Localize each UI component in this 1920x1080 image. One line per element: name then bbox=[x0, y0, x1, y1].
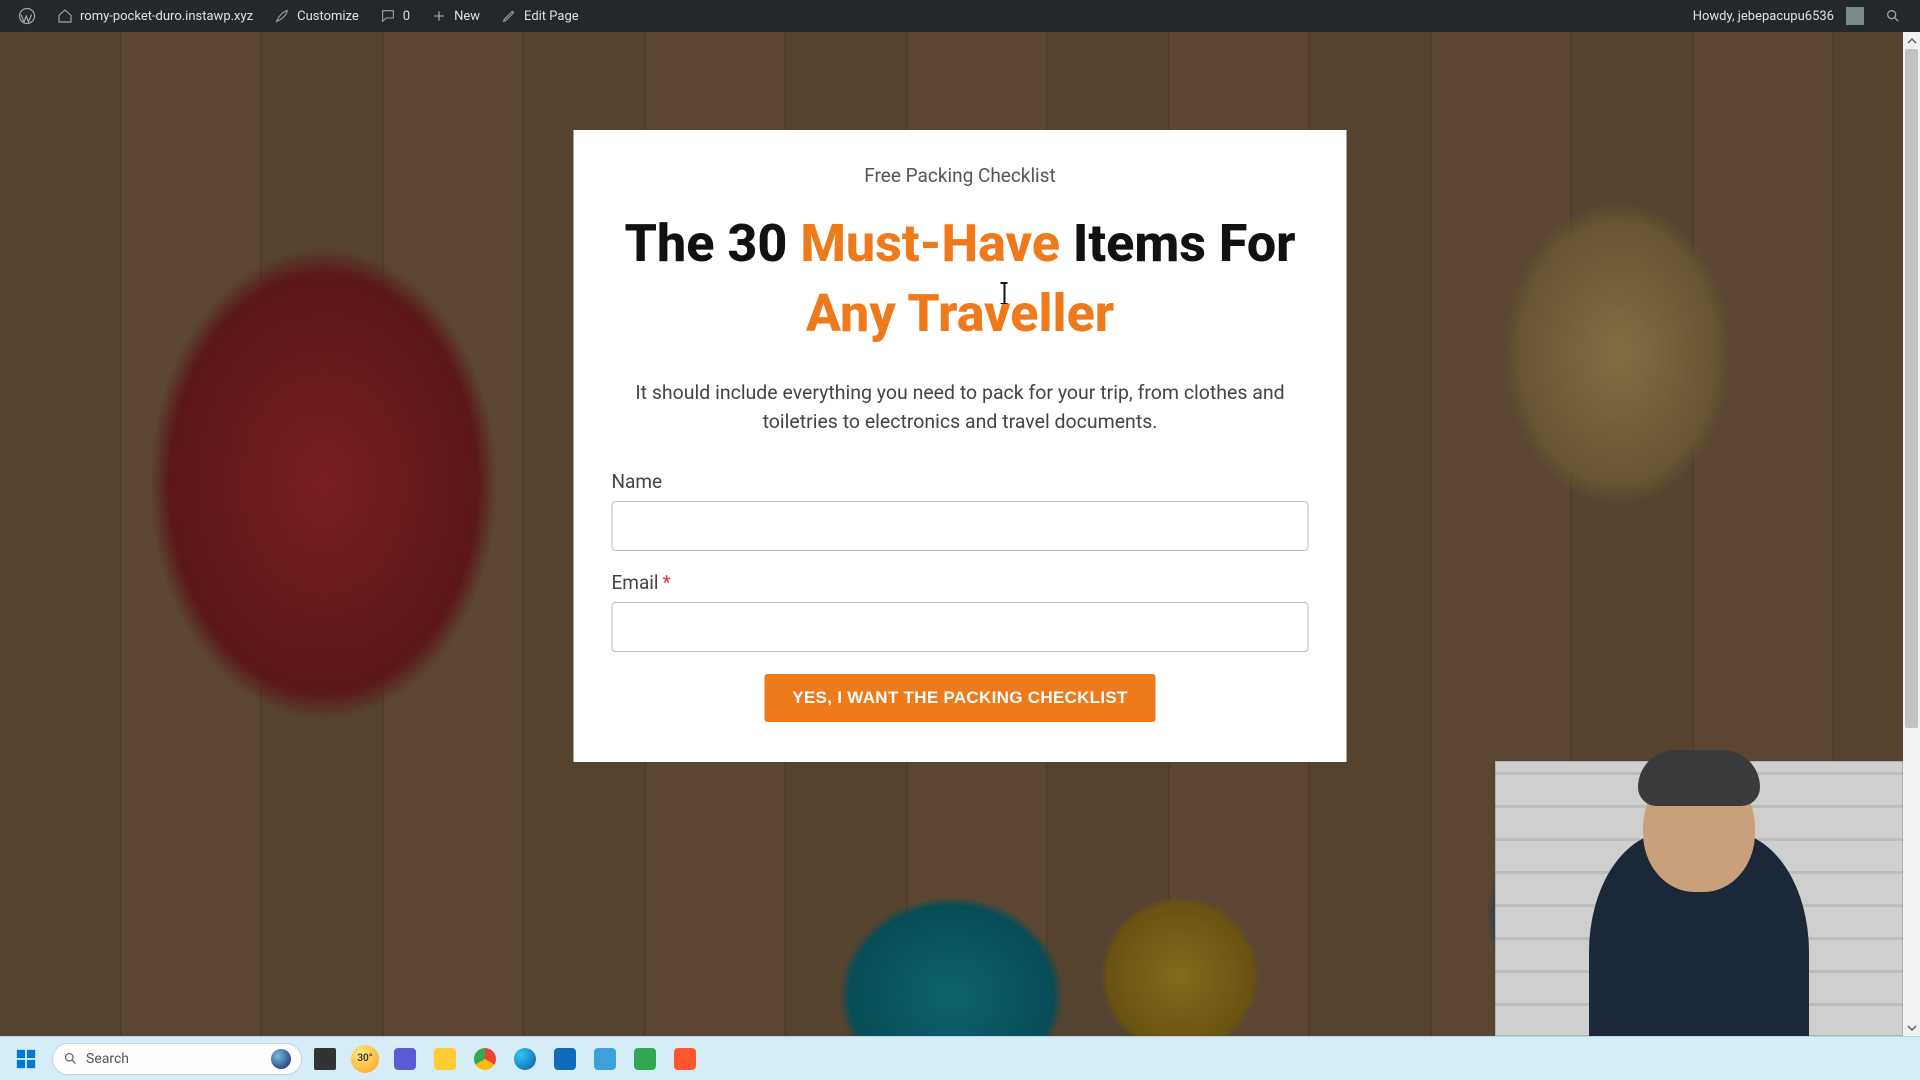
wp-comments[interactable]: 0 bbox=[369, 0, 420, 32]
taskbar-camtasia[interactable] bbox=[668, 1042, 702, 1076]
headline-accent: Any Traveller bbox=[806, 283, 1114, 344]
taskbar-app[interactable] bbox=[388, 1042, 422, 1076]
name-label: Name bbox=[612, 470, 1309, 493]
wp-site-name[interactable]: romy-pocket-duro.instawp.xyz bbox=[46, 0, 263, 32]
windows-taskbar: Search 30° bbox=[0, 1036, 1920, 1080]
taskbar-chrome[interactable] bbox=[468, 1042, 502, 1076]
taskbar-app-green[interactable] bbox=[628, 1042, 662, 1076]
vertical-scrollbar[interactable] bbox=[1903, 32, 1920, 1036]
wp-admin-bar: romy-pocket-duro.instawp.xyz Customize 0… bbox=[0, 0, 1920, 32]
customize-text: Customize bbox=[297, 9, 359, 24]
webcam-overlay bbox=[1495, 761, 1903, 1036]
avatar-icon bbox=[1846, 7, 1864, 25]
submit-button[interactable]: YES, I WANT THE PACKING CHECKLIST bbox=[764, 674, 1155, 722]
plus-icon bbox=[430, 7, 448, 25]
weather-pill[interactable]: 30° bbox=[348, 1042, 382, 1076]
taskbar-notepad[interactable] bbox=[588, 1042, 622, 1076]
wp-new[interactable]: New bbox=[420, 0, 490, 32]
headline: The 30 Must-Have Items For Any Traveller bbox=[612, 209, 1309, 349]
wp-customize[interactable]: Customize bbox=[263, 0, 369, 32]
pencil-icon bbox=[500, 7, 518, 25]
lead-card: Free Packing Checklist The 30 Must-Have … bbox=[574, 130, 1347, 762]
wp-search[interactable] bbox=[1874, 0, 1912, 32]
label-text: Name bbox=[612, 470, 663, 493]
start-button[interactable] bbox=[6, 1042, 46, 1076]
howdy-text: Howdy, jebepacupu6536 bbox=[1693, 9, 1834, 24]
page-viewport: romy-pocket-duro.instawp.xyz Customize 0… bbox=[0, 0, 1920, 1036]
taskbar-search[interactable]: Search bbox=[52, 1043, 302, 1075]
wp-edit-page[interactable]: Edit Page bbox=[490, 0, 589, 32]
wp-howdy[interactable]: Howdy, jebepacupu6536 bbox=[1683, 0, 1874, 32]
site-name-text: romy-pocket-duro.instawp.xyz bbox=[80, 9, 253, 24]
search-placeholder: Search bbox=[86, 1051, 129, 1067]
taskbar-edge[interactable] bbox=[508, 1042, 542, 1076]
home-icon bbox=[56, 7, 74, 25]
weather-temp: 30° bbox=[351, 1045, 379, 1073]
label-text: Email bbox=[612, 571, 659, 594]
taskbar-file-explorer[interactable] bbox=[428, 1042, 462, 1076]
wordpress-logo-icon bbox=[18, 7, 36, 25]
brush-icon bbox=[273, 7, 291, 25]
scroll-thumb[interactable] bbox=[1905, 49, 1918, 728]
new-text: New bbox=[454, 9, 480, 24]
taskbar-outlook[interactable] bbox=[548, 1042, 582, 1076]
headline-accent: Must-Have bbox=[800, 213, 1060, 274]
edit-page-text: Edit Page bbox=[524, 9, 579, 24]
bing-chat-icon[interactable] bbox=[271, 1049, 291, 1069]
headline-part: The 30 bbox=[624, 213, 800, 274]
headline-part: Items For bbox=[1060, 213, 1296, 274]
eyebrow-text: Free Packing Checklist bbox=[612, 164, 1309, 187]
comments-count: 0 bbox=[403, 9, 410, 24]
scroll-track[interactable] bbox=[1903, 49, 1920, 1019]
email-input[interactable] bbox=[612, 602, 1309, 652]
email-label: Email * bbox=[612, 571, 1309, 594]
search-icon bbox=[1884, 7, 1902, 25]
name-input[interactable] bbox=[612, 501, 1309, 551]
scroll-down-icon[interactable] bbox=[1903, 1019, 1920, 1036]
signup-form: Name Email * YES, I WANT THE PACKING CHE… bbox=[612, 470, 1309, 722]
comment-icon bbox=[379, 7, 397, 25]
task-view-button[interactable] bbox=[308, 1042, 342, 1076]
presenter-silhouette bbox=[1589, 832, 1809, 1036]
scroll-up-icon[interactable] bbox=[1903, 32, 1920, 49]
wp-logo-menu[interactable] bbox=[8, 0, 46, 32]
subhead-text: It should include everything you need to… bbox=[612, 379, 1309, 436]
text-caret-icon bbox=[1004, 282, 1005, 304]
required-marker: * bbox=[663, 571, 671, 594]
